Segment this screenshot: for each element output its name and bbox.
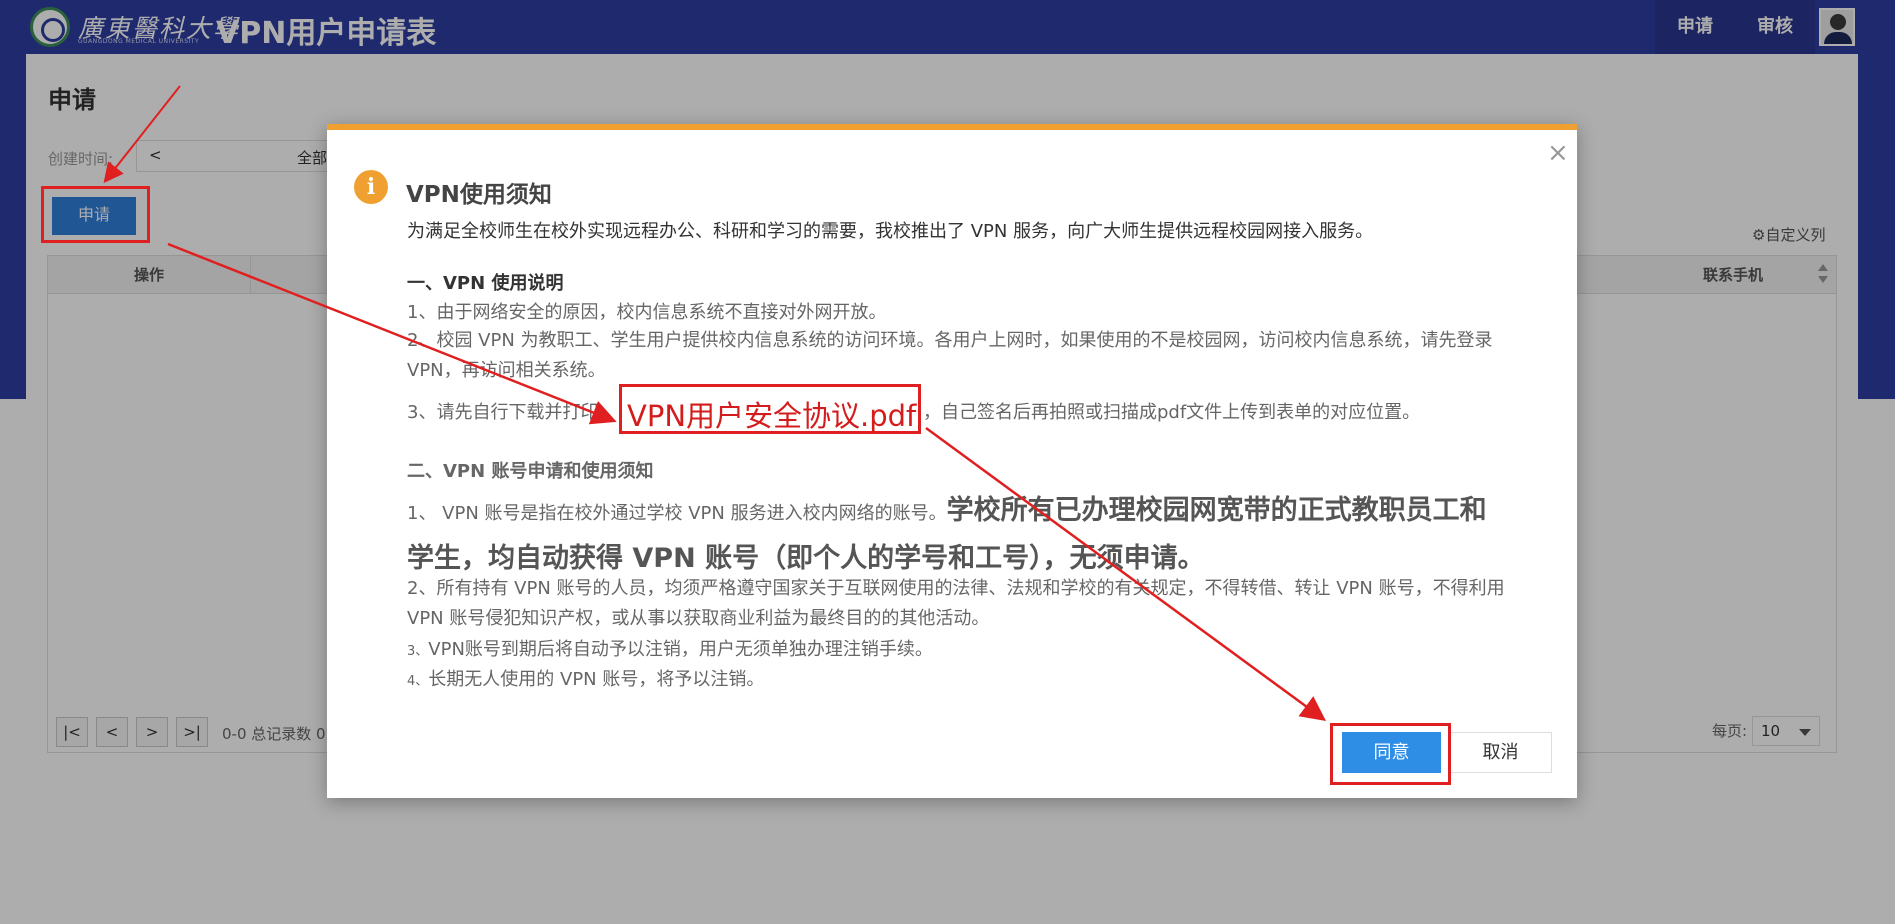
section-1-item-3-suffix: ，自己签名后再拍照或扫描成pdf文件上传到表单的对应位置。: [923, 402, 1421, 423]
section-2-item-4: 4、长期无人使用的 VPN 账号，将予以注销。: [407, 665, 764, 691]
section-1-heading: 一、VPN 使用说明: [407, 273, 564, 294]
section-2-item-1-text: 1、 VPN 账号是指在校外通过学校 VPN 服务进入校内网络的账号。: [407, 503, 947, 524]
close-icon[interactable]: ×: [1547, 140, 1569, 166]
section-2-item-4-text: 长期无人使用的 VPN 账号，将予以注销。: [428, 669, 765, 690]
section-2-item-3: 3、VPN账号到期后将自动予以注销，用户无须单独办理注销手续。: [407, 635, 933, 661]
section-2-item-2: 2、所有持有 VPN 账号的人员，均须严格遵守国家关于互联网使用的法律、法规和学…: [407, 578, 1505, 629]
vpn-agreement-pdf-link[interactable]: VPN用户安全协议.pdf: [627, 393, 916, 435]
section-2-item-3-num: 3、: [407, 644, 429, 659]
section-2-item-4-num: 4、: [407, 674, 429, 689]
section-1-item-3-prefix: 3、请先自行下载并打印: [407, 402, 599, 423]
vpn-notice-dialog: × i VPN使用须知 为满足全校师生在校外实现远程办公、科研和学习的需要，我校…: [327, 124, 1577, 798]
section-2-heading: 二、VPN 账号申请和使用须知: [407, 461, 654, 482]
section-2-item-1: 1、 VPN 账号是指在校外通过学校 VPN 服务进入校内网络的账号。学校所有已…: [407, 488, 1507, 584]
agree-button[interactable]: 同意: [1342, 732, 1441, 773]
dialog-intro: 为满足全校师生在校外实现远程办公、科研和学习的需要，我校推出了 VPN 服务，向…: [407, 221, 1374, 242]
dialog-title: VPN使用须知: [406, 182, 552, 208]
info-icon: i: [354, 170, 388, 204]
pdf-link-highlight: VPN用户安全协议.pdf: [619, 384, 921, 434]
cancel-button[interactable]: 取消: [1449, 732, 1552, 773]
section-2-item-3-text: VPN账号到期后将自动予以注销，用户无须单独办理注销手续。: [428, 639, 933, 660]
section-1-item-1: 1、由于网络安全的原因，校内信息系统不直接对外网开放。: [407, 302, 887, 323]
section-1-item-2: 2、校园 VPN 为教职工、学生用户提供校内信息系统的访问环境。各用户上网时，如…: [407, 330, 1493, 381]
